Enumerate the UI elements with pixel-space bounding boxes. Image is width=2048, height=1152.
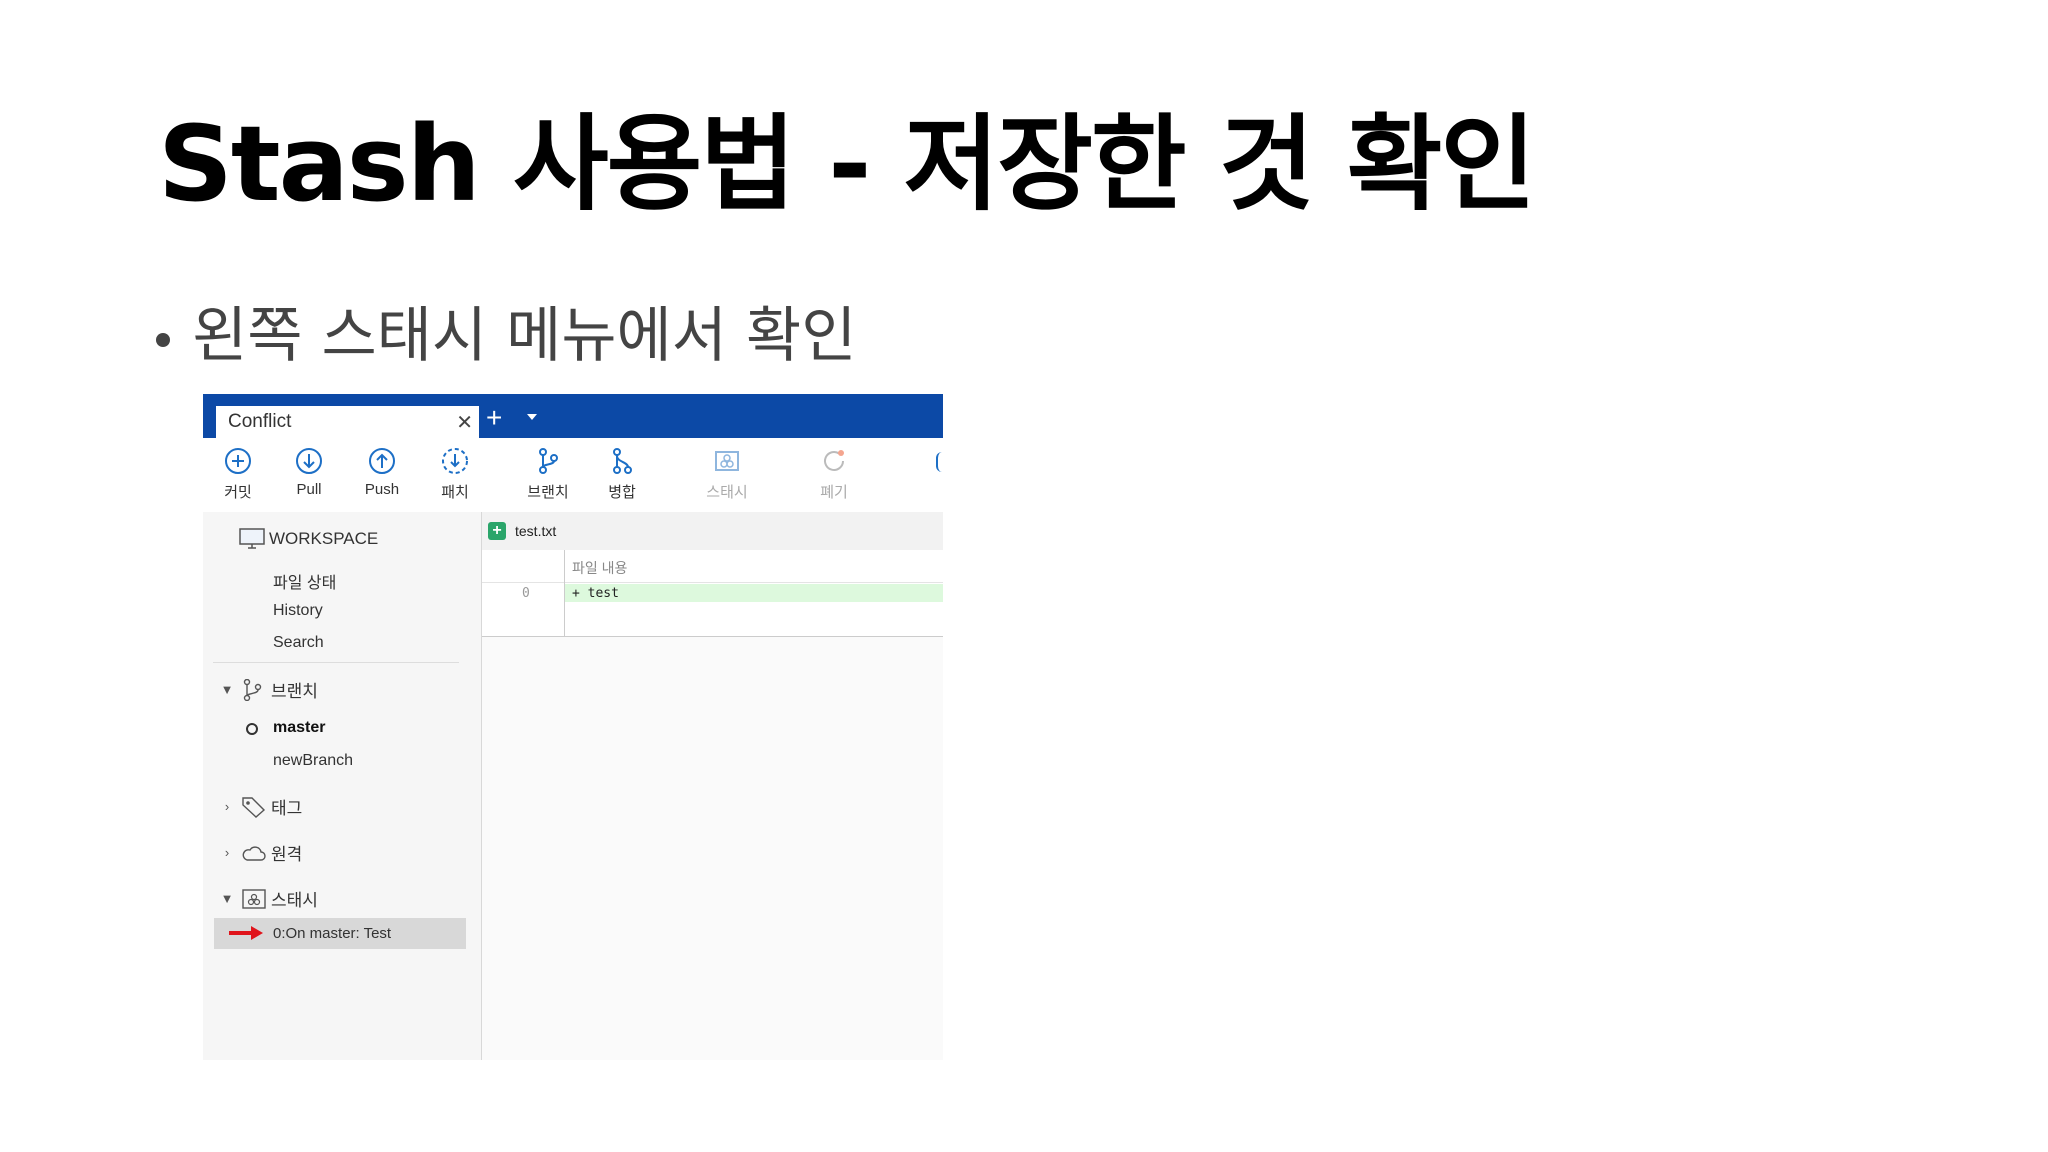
sidebar-divider	[213, 662, 459, 663]
stash-label: 스태시	[706, 484, 748, 501]
patch-button[interactable]: 패치	[420, 446, 490, 502]
line-number: 0	[522, 586, 530, 601]
commit-label: 커밋	[224, 484, 252, 501]
bullet-text: 왼쪽 스태시 메뉴에서 확인	[192, 301, 857, 371]
branches-label: 브랜치	[271, 682, 318, 701]
current-branch-icon	[246, 723, 258, 735]
chevron-right-icon[interactable]: ›	[219, 845, 235, 860]
file-added-icon: +	[488, 522, 506, 540]
pull-label: Pull	[296, 481, 322, 498]
patch-icon	[442, 448, 468, 474]
sourcetree-screenshot: Conflict ✕ + 커밋 Pull Push 패치 브랜치 병합 스태시 …	[203, 394, 943, 1060]
push-button[interactable]: Push	[347, 446, 417, 498]
more-tools-icon[interactable]	[936, 452, 943, 472]
diff-hunk-header: 파일 내용	[572, 560, 628, 576]
file-header[interactable]: + test.txt	[482, 512, 943, 551]
stashes-label: 스태시	[271, 891, 318, 910]
discard-icon	[824, 450, 844, 471]
merge-icon	[613, 448, 632, 474]
sidebar-branches-header[interactable]: ▼ 브랜치	[219, 677, 318, 702]
cloud-icon	[242, 845, 266, 861]
bullet-dot	[156, 333, 170, 347]
diff-panel: + test.txt 파일 내용 0 + test	[482, 512, 943, 1060]
sidebar: WORKSPACE 파일 상태 History Search ▼ 브랜치 mas…	[203, 512, 482, 1060]
chevron-down-icon[interactable]: ▼	[219, 891, 235, 906]
add-tab-button[interactable]: +	[486, 404, 502, 432]
merge-button[interactable]: 병합	[587, 446, 657, 502]
sidebar-item-master[interactable]: master	[273, 719, 325, 737]
discard-button[interactable]: 폐기	[799, 446, 869, 502]
branch-button[interactable]: 브랜치	[513, 446, 583, 502]
sidebar-item-search[interactable]: Search	[273, 634, 324, 652]
pull-icon	[296, 448, 322, 474]
diff-separator	[482, 582, 943, 583]
sidebar-workspace-header[interactable]: WORKSPACE	[239, 528, 378, 550]
sidebar-remotes-header[interactable]: › 원격	[219, 840, 302, 865]
sidebar-item-newbranch[interactable]: newBranch	[273, 752, 353, 770]
discard-label: 폐기	[820, 484, 848, 501]
tab-conflict[interactable]: Conflict ✕	[216, 406, 479, 438]
bullet-item: 왼쪽 스태시 메뉴에서 확인	[156, 300, 856, 372]
diff-gutter	[564, 550, 565, 636]
slide-title: Stash 사용법 - 저장한 것 확인	[158, 103, 1536, 225]
push-label: Push	[364, 481, 400, 498]
sidebar-tags-header[interactable]: › 태그	[219, 794, 302, 819]
patch-label: 패치	[441, 484, 469, 501]
chevron-right-icon[interactable]: ›	[219, 799, 235, 814]
close-icon[interactable]: ✕	[456, 410, 473, 435]
tab-label: Conflict	[228, 411, 292, 432]
merge-label: 병합	[608, 484, 636, 501]
sidebar-item-history[interactable]: History	[273, 602, 323, 620]
tags-label: 태그	[271, 799, 303, 818]
push-icon	[369, 448, 395, 474]
commit-icon	[225, 448, 251, 474]
pull-button[interactable]: Pull	[274, 446, 344, 498]
remotes-label: 원격	[271, 845, 303, 864]
diff-view: 파일 내용 0 + test	[482, 550, 943, 637]
chevron-down-icon[interactable]: ▼	[219, 682, 235, 697]
tag-icon	[242, 796, 266, 818]
chevron-down-icon[interactable]	[527, 414, 537, 420]
workspace-label: WORKSPACE	[269, 529, 379, 548]
sidebar-stashes-header[interactable]: ▼ 스태시	[219, 886, 318, 911]
stash-icon	[242, 888, 266, 909]
stash-entry-label: 0:On master: Test	[273, 925, 392, 942]
commit-button[interactable]: 커밋	[203, 446, 273, 502]
branch-icon	[243, 678, 262, 701]
tab-bar: Conflict ✕ +	[203, 394, 943, 438]
sidebar-item-file-status[interactable]: 파일 상태	[273, 569, 336, 593]
stash-button[interactable]: 스태시	[692, 446, 762, 502]
stash-icon	[715, 451, 739, 471]
toolbar: 커밋 Pull Push 패치 브랜치 병합 스태시 폐기	[203, 438, 943, 513]
line-code: + test	[572, 586, 619, 601]
file-name: test.txt	[515, 523, 557, 539]
red-arrow-icon	[229, 926, 263, 940]
branch-icon	[539, 448, 558, 474]
branch-label: 브랜치	[527, 484, 569, 501]
monitor-icon	[239, 528, 265, 549]
diff-added-line	[565, 584, 943, 602]
